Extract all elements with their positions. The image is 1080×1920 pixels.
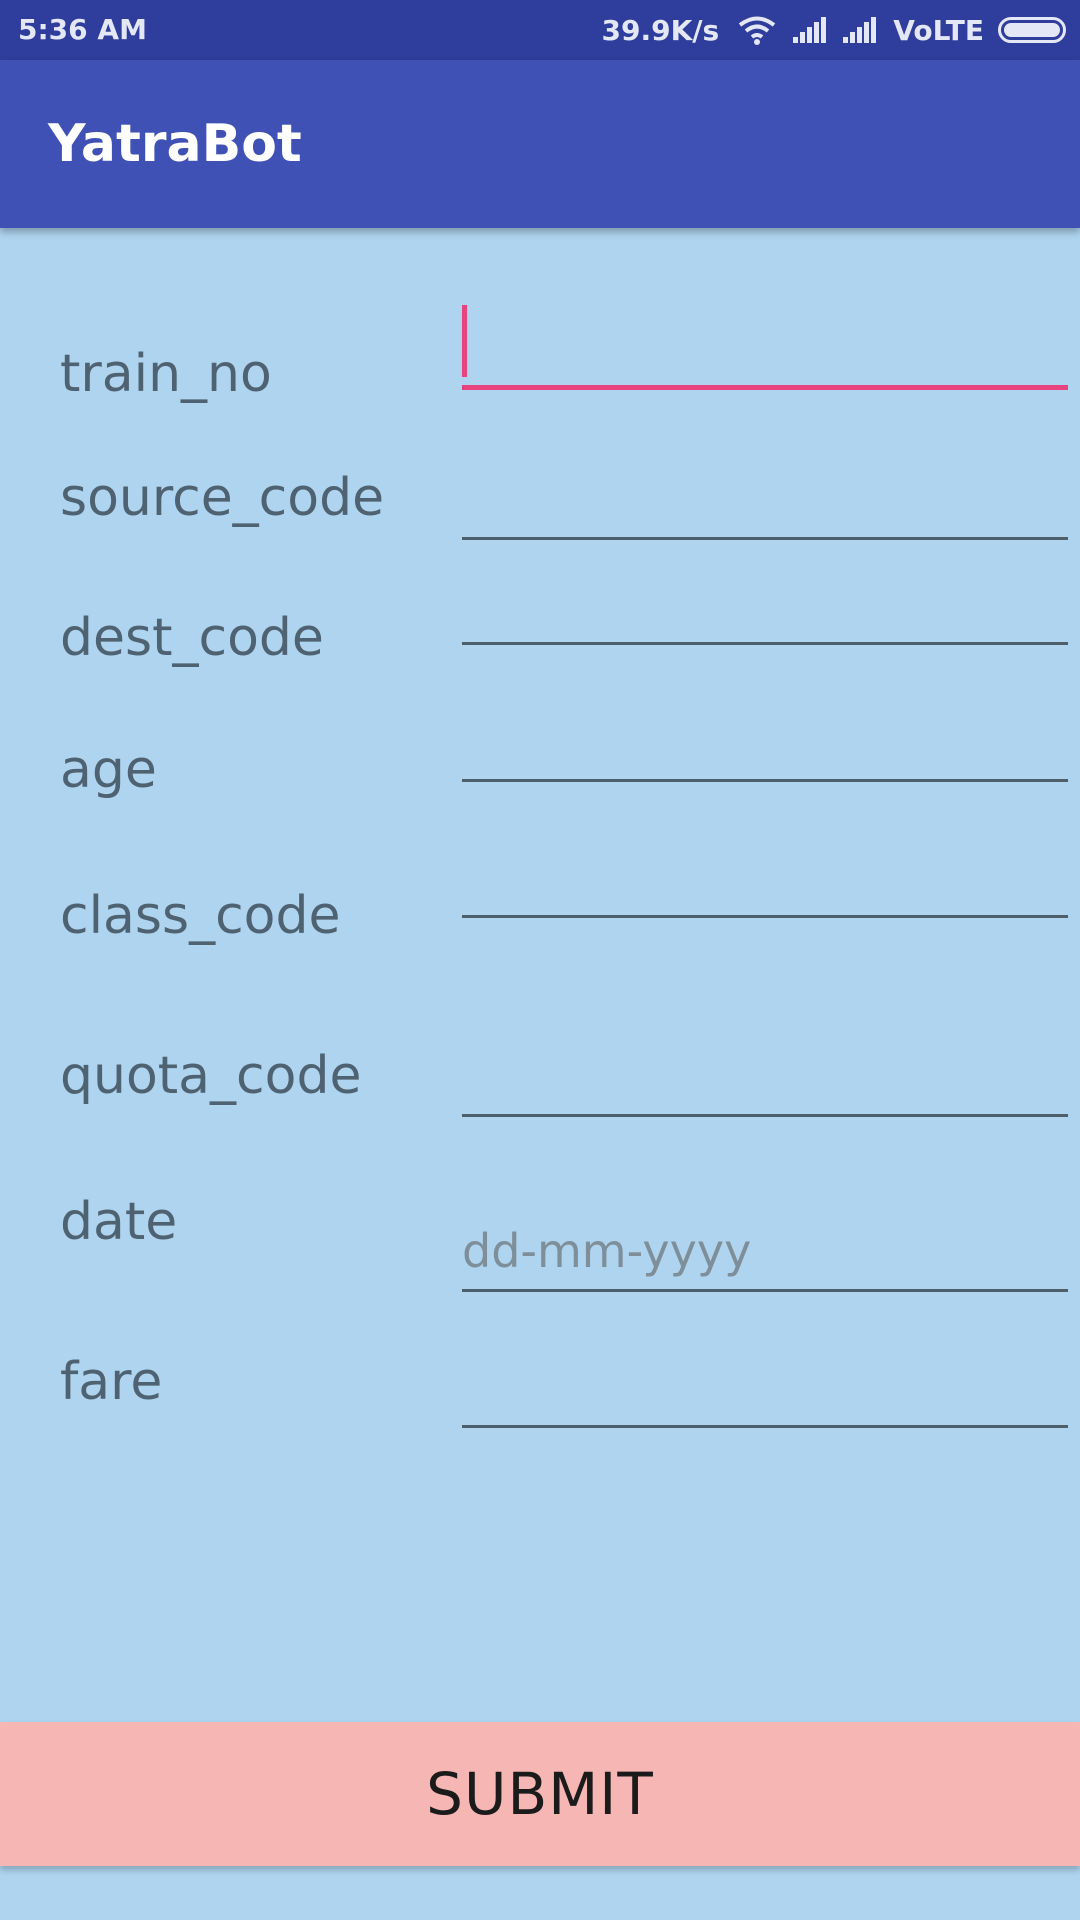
wifi-icon bbox=[738, 16, 776, 45]
signal-icon bbox=[793, 17, 827, 43]
submit-button[interactable]: SUBMIT bbox=[0, 1722, 1080, 1866]
quota-code-input[interactable] bbox=[462, 1035, 1068, 1117]
train-no-input[interactable] bbox=[462, 302, 1068, 390]
battery-icon bbox=[998, 17, 1066, 43]
class-code-input[interactable] bbox=[462, 836, 1068, 918]
dest-code-label: dest_code bbox=[60, 608, 324, 668]
dest-code-input[interactable] bbox=[462, 563, 1068, 645]
fare-label: fare bbox=[60, 1352, 163, 1412]
class-code-label: class_code bbox=[60, 886, 341, 946]
source-code-label: source_code bbox=[60, 468, 385, 528]
train-no-label: train_no bbox=[60, 344, 272, 404]
status-time: 5:36 AM bbox=[18, 13, 147, 46]
submit-label: SUBMIT bbox=[426, 1760, 654, 1828]
battery-level bbox=[1004, 23, 1060, 37]
app-title: YatraBot bbox=[48, 114, 302, 174]
quota-code-label: quota_code bbox=[60, 1046, 362, 1106]
network-speed: 39.9K/s bbox=[601, 13, 720, 47]
source-code-input[interactable] bbox=[462, 458, 1068, 540]
age-label: age bbox=[60, 740, 157, 800]
text-cursor bbox=[462, 305, 467, 377]
date-input[interactable] bbox=[462, 1212, 1068, 1292]
signal-icon bbox=[843, 17, 877, 43]
age-input[interactable] bbox=[462, 700, 1068, 782]
status-bar: 5:36 AM 39.9K/s VoLTE bbox=[0, 0, 1080, 60]
app-bar: YatraBot bbox=[0, 60, 1080, 228]
date-label: date bbox=[60, 1192, 178, 1252]
fare-input[interactable] bbox=[462, 1346, 1068, 1428]
network-type: VoLTE bbox=[893, 13, 984, 47]
status-indicators: 39.9K/s VoLTE bbox=[601, 0, 1066, 60]
